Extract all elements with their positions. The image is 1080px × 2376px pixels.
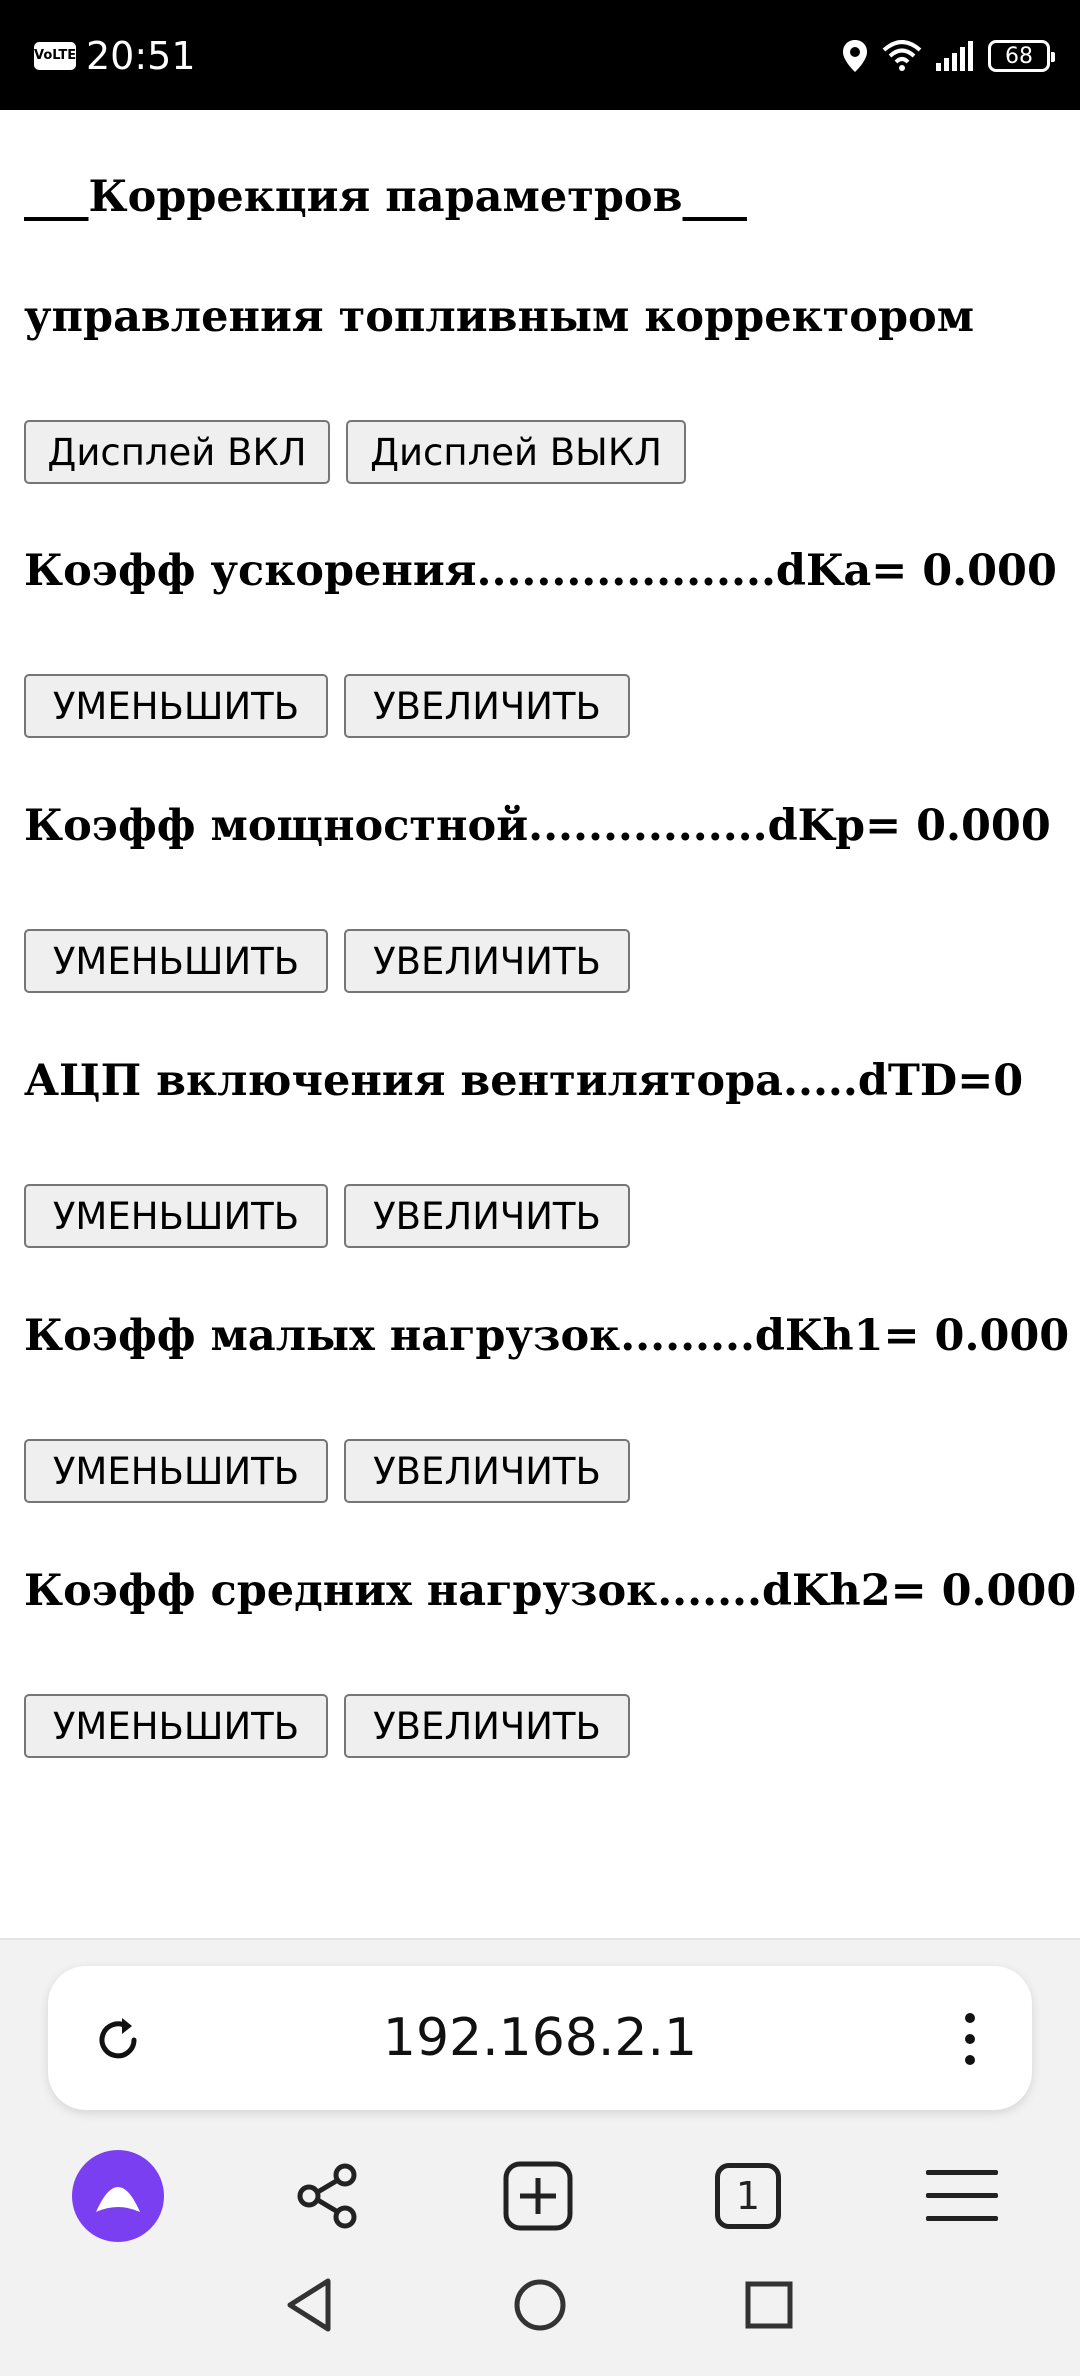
back-button[interactable] [274,2270,344,2340]
tab-count-icon: 1 [715,2163,781,2229]
increase-dkh2-button[interactable]: УВЕЛИЧИТЬ [344,1694,630,1758]
param-label-dkh1: Коэфф малых нагрузок.........dKh1= 0.000 [24,1311,1070,1361]
share-icon [297,2163,357,2229]
tab-count: 1 [735,2174,761,2218]
add-tab-icon [503,2161,573,2231]
decrease-dkh2-button[interactable]: УМЕНЬШИТЬ [24,1694,328,1758]
display-on-button[interactable]: Дисплей ВКЛ [24,420,330,484]
param-controls-dtd: УМЕНЬШИТЬ УВЕЛИЧИТЬ [24,1184,630,1248]
param-label-dtd: АЦП включения вентилятора.....dTD=0 [24,1056,1024,1106]
alice-icon [72,2150,164,2242]
param-label-dkp: Коэфф мощностной................dKp= 0.0… [24,801,1051,851]
more-options-icon[interactable] [960,2010,980,2068]
increase-dka-button[interactable]: УВЕЛИЧИТЬ [344,674,630,738]
tabs-button[interactable]: 1 [702,2150,794,2242]
param-controls-dkh2: УМЕНЬШИТЬ УВЕЛИЧИТЬ [24,1694,630,1758]
recents-icon [745,2281,793,2329]
decrease-dka-button[interactable]: УМЕНЬШИТЬ [24,674,328,738]
clock: 20:51 [86,34,196,78]
url-text[interactable]: 192.168.2.1 [48,1966,1032,2110]
volte-badge: VoLTE [34,42,76,70]
back-icon [287,2278,331,2332]
increase-dkh1-button[interactable]: УВЕЛИЧИТЬ [344,1439,630,1503]
menu-button[interactable] [916,2150,1008,2242]
hamburger-menu-icon [926,2170,998,2221]
decrease-dkp-button[interactable]: УМЕНЬШИТЬ [24,929,328,993]
home-icon [514,2279,566,2331]
display-off-button[interactable]: Дисплей ВЫКЛ [346,420,686,484]
new-tab-button[interactable] [492,2150,584,2242]
decrease-dtd-button[interactable]: УМЕНЬШИТЬ [24,1184,328,1248]
increase-dtd-button[interactable]: УВЕЛИЧИТЬ [344,1184,630,1248]
battery-icon: 68 [988,40,1055,72]
address-bar[interactable]: 192.168.2.1 [48,1966,1032,2110]
increase-dkp-button[interactable]: УВЕЛИЧИТЬ [344,929,630,993]
page-title-line1: ___Коррекция параметров___ [24,172,747,222]
display-controls: Дисплей ВКЛ Дисплей ВЫКЛ [24,420,686,484]
status-bar: VoLTE 20:51 68 [0,0,1080,110]
alice-assistant-button[interactable] [72,2150,164,2242]
param-label-dkh2: Коэфф средних нагрузок.......dKh2= 0.000 [24,1566,1077,1616]
signal-icon [936,41,973,71]
system-navigation [0,2270,1080,2350]
location-icon [843,40,867,72]
page-title-line2: управления топливным корректором [24,292,975,342]
wifi-icon [882,40,922,71]
param-controls-dkp: УМЕНЬШИТЬ УВЕЛИЧИТЬ [24,929,630,993]
browser-toolbar: 192.168.2.1 1 [0,1938,1080,2376]
browser-bottom-nav: 1 [0,2150,1080,2250]
param-label-dka: Коэфф ускорения....................dKa= … [24,546,1057,596]
home-button[interactable] [505,2270,575,2340]
param-controls-dka: УМЕНЬШИТЬ УВЕЛИЧИТЬ [24,674,630,738]
decrease-dkh1-button[interactable]: УМЕНЬШИТЬ [24,1439,328,1503]
param-controls-dkh1: УМЕНЬШИТЬ УВЕЛИЧИТЬ [24,1439,630,1503]
recents-button[interactable] [734,2270,804,2340]
share-button[interactable] [282,2150,374,2242]
